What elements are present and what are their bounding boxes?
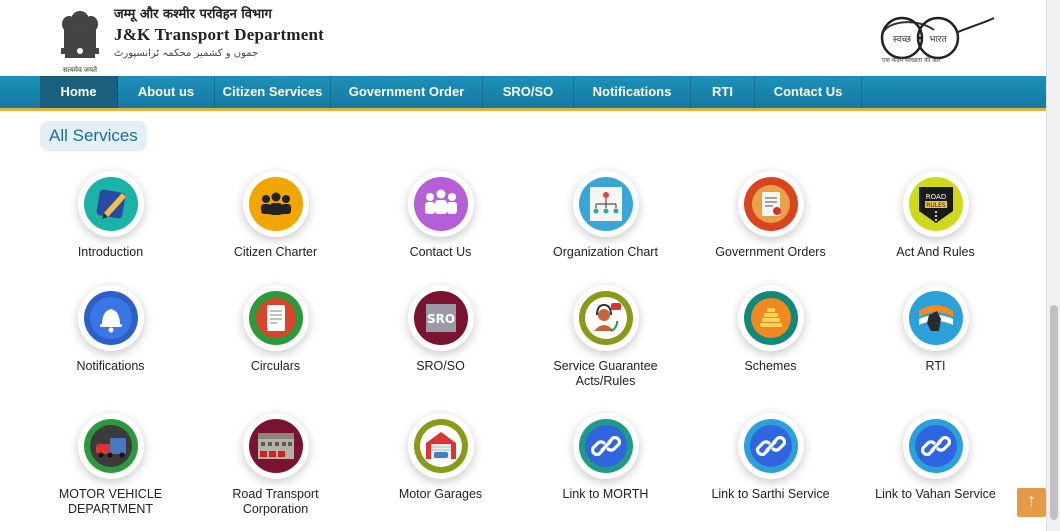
- service-icon-ring[interactable]: [902, 285, 969, 351]
- swachh-right-text: भारत: [929, 35, 947, 45]
- swachh-caption: एक कदम स्वच्छता की ओर: [882, 57, 941, 64]
- road-rules-icon: ROADRULES: [908, 177, 963, 231]
- brand-title: J&K Transport Department: [114, 25, 325, 44]
- back-to-top-button[interactable]: ↑: [1017, 488, 1046, 517]
- service-tile[interactable]: Link to Sarthi Service: [688, 413, 853, 502]
- service-icon-ring[interactable]: ROAD RULES: [902, 171, 969, 237]
- service-tile[interactable]: Service Guarantee Acts/Rules: [523, 285, 688, 389]
- service-tile[interactable]: Government Orders: [688, 171, 853, 260]
- support-agent-icon: [578, 291, 633, 345]
- service-label[interactable]: Introduction: [28, 245, 193, 260]
- service-icon-ring[interactable]: [572, 171, 639, 237]
- org-chart-icon: [578, 177, 633, 231]
- service-tile[interactable]: Circulars: [193, 285, 358, 374]
- service-label[interactable]: Link to Vahan Service: [853, 487, 1018, 502]
- service-tile[interactable]: Road Transport Corporation: [193, 413, 358, 517]
- bell-icon: [83, 291, 138, 345]
- service-icon-ring[interactable]: [737, 285, 804, 351]
- service-icon-ring[interactable]: [242, 285, 309, 351]
- service-label[interactable]: Citizen Charter: [193, 245, 358, 260]
- service-tile[interactable]: Motor Garages: [358, 413, 523, 502]
- nav-citizen-services[interactable]: Citizen Services: [215, 76, 331, 108]
- service-label[interactable]: RTI: [853, 359, 1018, 374]
- svg-text:SRO: SRO: [426, 312, 454, 326]
- link-icon: [908, 419, 963, 473]
- nav-about-us[interactable]: About us: [118, 76, 215, 108]
- service-label[interactable]: Motor Garages: [358, 487, 523, 502]
- emblem-motto: सत्यमेव जयते: [62, 67, 98, 74]
- garage-icon: [413, 419, 468, 473]
- service-label[interactable]: Circulars: [193, 359, 358, 374]
- service-label[interactable]: Road Transport Corporation: [193, 487, 358, 517]
- service-label[interactable]: Act And Rules: [853, 245, 1018, 260]
- svg-text:RULES: RULES: [926, 202, 946, 209]
- service-icon-ring[interactable]: [737, 413, 804, 479]
- service-label[interactable]: Link to Sarthi Service: [688, 487, 853, 502]
- service-icon-ring[interactable]: [77, 285, 144, 351]
- service-label[interactable]: Service Guarantee Acts/Rules: [523, 359, 688, 389]
- service-tile[interactable]: MOTOR VEHICLE DEPARTMENT: [28, 413, 193, 517]
- service-tile[interactable]: ROAD RULES Act And Rules: [853, 171, 1018, 260]
- nav-sro-so[interactable]: SRO/SO: [483, 76, 574, 108]
- service-label[interactable]: MOTOR VEHICLE DEPARTMENT: [28, 487, 193, 517]
- scrollbar-thumb[interactable]: [1050, 305, 1058, 520]
- svg-text:ROAD: ROAD: [925, 193, 945, 201]
- service-tile[interactable]: Contact Us: [358, 171, 523, 260]
- service-icon-ring[interactable]: [242, 413, 309, 479]
- service-icon-ring[interactable]: [737, 171, 804, 237]
- circular-doc-icon: [248, 291, 303, 345]
- service-icon-ring[interactable]: [572, 285, 639, 351]
- service-tile[interactable]: Schemes: [688, 285, 853, 374]
- service-icon-ring[interactable]: [407, 413, 474, 479]
- pen-icon: [83, 177, 138, 231]
- vehicles-icon: [83, 419, 138, 473]
- nav-notifications[interactable]: Notifications: [574, 76, 691, 108]
- coins-icon: [743, 291, 798, 345]
- service-label[interactable]: Notifications: [28, 359, 193, 374]
- link-icon: [578, 419, 633, 473]
- main-nav: Home About us Citizen Services Governmen…: [0, 76, 1046, 111]
- service-tile[interactable]: Link to Vahan Service: [853, 413, 1018, 502]
- service-icon-ring[interactable]: [902, 413, 969, 479]
- document-icon: [743, 177, 798, 231]
- service-tile[interactable]: SRO SRO/SO: [358, 285, 523, 374]
- site-header: सत्यमेव जयते जम्मू और कश्मीर परविहन विभा…: [0, 0, 1046, 76]
- service-tile[interactable]: Notifications: [28, 285, 193, 374]
- service-icon-ring[interactable]: [77, 171, 144, 237]
- nav-contact-us[interactable]: Contact Us: [755, 76, 862, 108]
- section-title: All Services: [40, 121, 147, 151]
- service-tile[interactable]: Organization Chart: [523, 171, 688, 260]
- nav-government-order[interactable]: Government Order: [331, 76, 483, 108]
- brand-hindi-title: जम्मू और कश्मीर परविहन विभाग: [114, 7, 272, 22]
- page-scrollbar[interactable]: [1046, 0, 1060, 531]
- sro-icon: SRO: [413, 291, 468, 345]
- building-icon: [248, 419, 303, 473]
- service-label[interactable]: Schemes: [688, 359, 853, 374]
- service-icon-ring[interactable]: [407, 171, 474, 237]
- rti-hand-icon: [908, 291, 963, 345]
- nav-home[interactable]: Home: [40, 76, 118, 108]
- people-group-icon: [248, 177, 303, 231]
- service-label[interactable]: Link to MORTH: [523, 487, 688, 502]
- service-tile[interactable]: RTI: [853, 285, 1018, 374]
- service-icon-ring[interactable]: [242, 171, 309, 237]
- swachh-left-text: स्वच्छ: [893, 35, 912, 45]
- service-icon-ring[interactable]: [77, 413, 144, 479]
- nav-rti[interactable]: RTI: [691, 76, 755, 108]
- brand[interactable]: जम्मू और कश्मीर परविहन विभाग J&K Transpo…: [114, 6, 354, 62]
- link-icon: [743, 419, 798, 473]
- service-label[interactable]: Contact Us: [358, 245, 523, 260]
- brand-urdu-title: جموں و کشمیر محکمہ ٹرانسپورٹ: [114, 48, 259, 59]
- service-tile[interactable]: Link to MORTH: [523, 413, 688, 502]
- service-icon-ring[interactable]: SRO: [407, 285, 474, 351]
- service-tile[interactable]: Introduction: [28, 171, 193, 260]
- service-label[interactable]: Organization Chart: [523, 245, 688, 260]
- service-label[interactable]: Government Orders: [688, 245, 853, 260]
- team-icon: [413, 177, 468, 231]
- national-emblem-icon: [61, 11, 99, 58]
- service-tile[interactable]: Citizen Charter: [193, 171, 358, 260]
- service-icon-ring[interactable]: [572, 413, 639, 479]
- service-label[interactable]: SRO/SO: [358, 359, 523, 374]
